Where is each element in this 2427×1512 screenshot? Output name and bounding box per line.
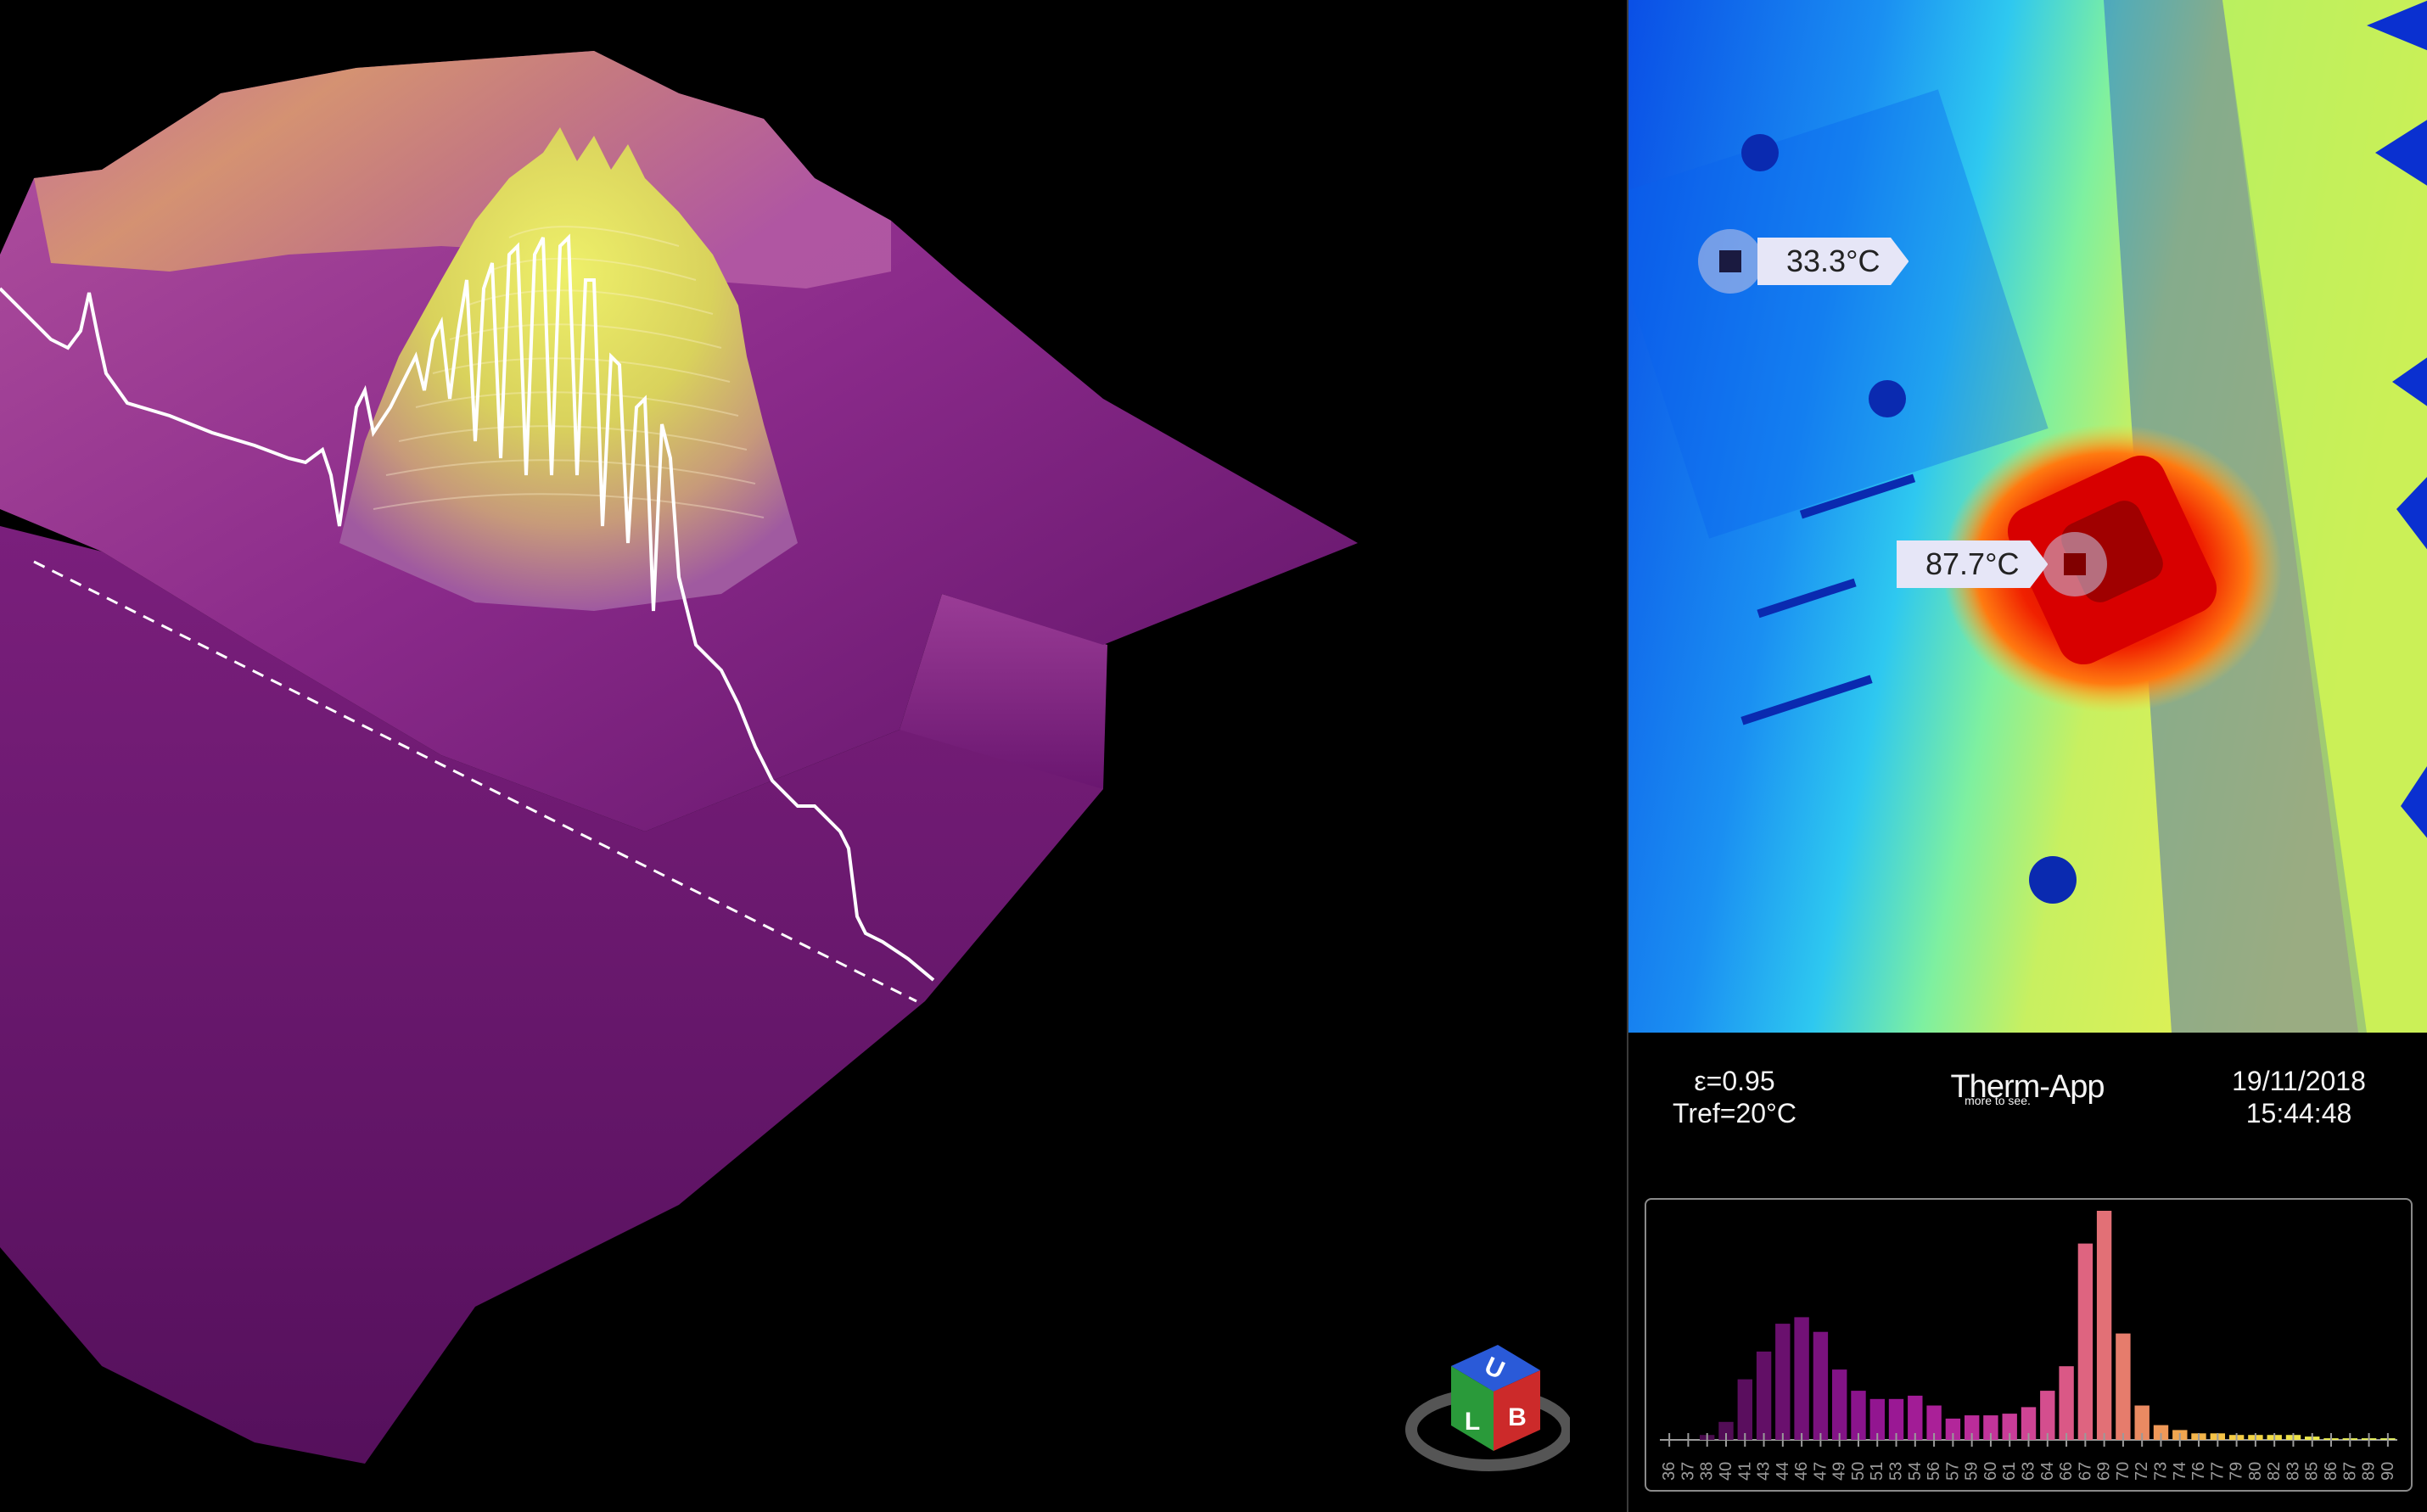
histogram-tick-label: 37 (1679, 1462, 1697, 1481)
histogram-tick-label: 74 (2171, 1462, 2189, 1481)
histogram-bar (1813, 1331, 1829, 1440)
histogram-tick-label: 76 (2189, 1462, 2208, 1481)
date-value: 19/11/2018 (2232, 1066, 2366, 1096)
histogram-bar (1794, 1317, 1809, 1440)
time-value: 15:44:48 (2245, 1098, 2352, 1128)
histogram-tick-label: 80 (2246, 1462, 2265, 1481)
histogram-bar (2059, 1366, 2074, 1440)
histogram-tick-label: 44 (1774, 1462, 1792, 1481)
histogram-tick-label: 69 (2095, 1462, 2114, 1481)
histogram-tick-label: 87 (2340, 1462, 2359, 1481)
emissivity-value: ε=0.95 (1694, 1066, 1775, 1096)
thermal-image[interactable] (1628, 0, 2427, 1033)
histogram-tick-label: 82 (2265, 1462, 2284, 1481)
histogram-chart: 36 37 38 40 41 43 44 46 47 49 50 51 53 54 56 57 59 60 61 63… (1660, 1211, 2397, 1481)
spot-marker-cold[interactable]: 33.3°C (1698, 229, 1909, 294)
3d-surface-view[interactable] (0, 0, 1625, 1512)
histogram-tick-label: 53 (1887, 1462, 1906, 1481)
histogram-tick-label: 57 (1943, 1462, 1962, 1481)
histogram-tick-label: 64 (2038, 1462, 2057, 1481)
component-hole (1869, 380, 1906, 417)
histogram-tick-label: 83 (2284, 1462, 2302, 1481)
histogram-tick-label: 43 (1755, 1462, 1774, 1481)
histogram-tick-label: 41 (1735, 1462, 1754, 1481)
histogram-bar (2096, 1211, 2112, 1440)
component-hole (1741, 134, 1779, 171)
histogram-tick-label: 89 (2360, 1462, 2379, 1481)
view-cube[interactable]: U L B (1400, 1324, 1570, 1493)
histogram-tick-label: 72 (2133, 1462, 2151, 1481)
histogram-tick-label: 36 (1660, 1462, 1679, 1481)
histogram-tick-label: 49 (1830, 1462, 1849, 1481)
histogram-tick-label: 40 (1717, 1462, 1735, 1481)
view-cube-label-b: B (1508, 1403, 1527, 1431)
histogram-tick-label: 56 (1925, 1462, 1943, 1481)
histogram-tick-label: 67 (2076, 1462, 2094, 1481)
thermal-panel: 33.3°C 87.7°C ε=0.95 Tref=20°C Therm-App… (1627, 0, 2427, 1512)
histogram-bar (2116, 1333, 2131, 1440)
histogram-tick-label: 63 (2020, 1462, 2038, 1481)
histogram-bar (2040, 1391, 2055, 1440)
spot-temperature-label: 33.3°C (1757, 238, 1909, 285)
spot-marker-hot[interactable]: 87.7°C (1897, 532, 2108, 596)
histogram-tick-label: 46 (1792, 1462, 1811, 1481)
view-cube-label-l: L (1465, 1408, 1480, 1436)
histogram-tick-label: 61 (2000, 1462, 2019, 1481)
histogram-tick-label: 50 (1849, 1462, 1868, 1481)
histogram-tick-label: 47 (1811, 1462, 1830, 1481)
spot-temperature-label: 87.7°C (1897, 540, 2049, 588)
histogram-tick-label: 60 (1981, 1462, 2000, 1481)
tref-value: Tref=20°C (1673, 1098, 1796, 1128)
histogram-bar (1756, 1351, 1772, 1440)
histogram-tick-label: 79 (2228, 1462, 2246, 1481)
component-hole (2029, 856, 2077, 904)
histogram-tick-label: 73 (2151, 1462, 2170, 1481)
histogram-bar (1775, 1324, 1791, 1440)
histogram-tick-label: 77 (2208, 1462, 2227, 1481)
histogram-tick-label: 51 (1868, 1462, 1886, 1481)
histogram-tick-label: 90 (2379, 1462, 2397, 1481)
histogram-tick-label: 66 (2057, 1462, 2076, 1481)
spot-handle[interactable] (2043, 532, 2108, 596)
histogram-bar (1737, 1379, 1752, 1440)
histogram-tick-label: 54 (1906, 1462, 1925, 1481)
timestamp: 19/11/2018 15:44:48 (2206, 1065, 2392, 1129)
emissivity-info: ε=0.95 Tref=20°C (1645, 1065, 1824, 1129)
histogram-tick-label: 86 (2322, 1462, 2340, 1481)
histogram-tick-label: 85 (2303, 1462, 2322, 1481)
histogram-bar (1832, 1369, 1847, 1440)
histogram-tick-label: 59 (1963, 1462, 1981, 1481)
brand-logo: Therm-App more to see. (1909, 1071, 2146, 1106)
spot-handle[interactable] (1698, 229, 1763, 294)
histogram-tick-label: 70 (2114, 1462, 2133, 1481)
temperature-histogram: 36 37 38 40 41 43 44 46 47 49 50 51 53 54 56 57 59 60 61 63… (1645, 1198, 2413, 1492)
histogram-tick-label: 38 (1698, 1462, 1717, 1481)
histogram-bar (1851, 1391, 1866, 1440)
histogram-bar (2077, 1243, 2093, 1440)
